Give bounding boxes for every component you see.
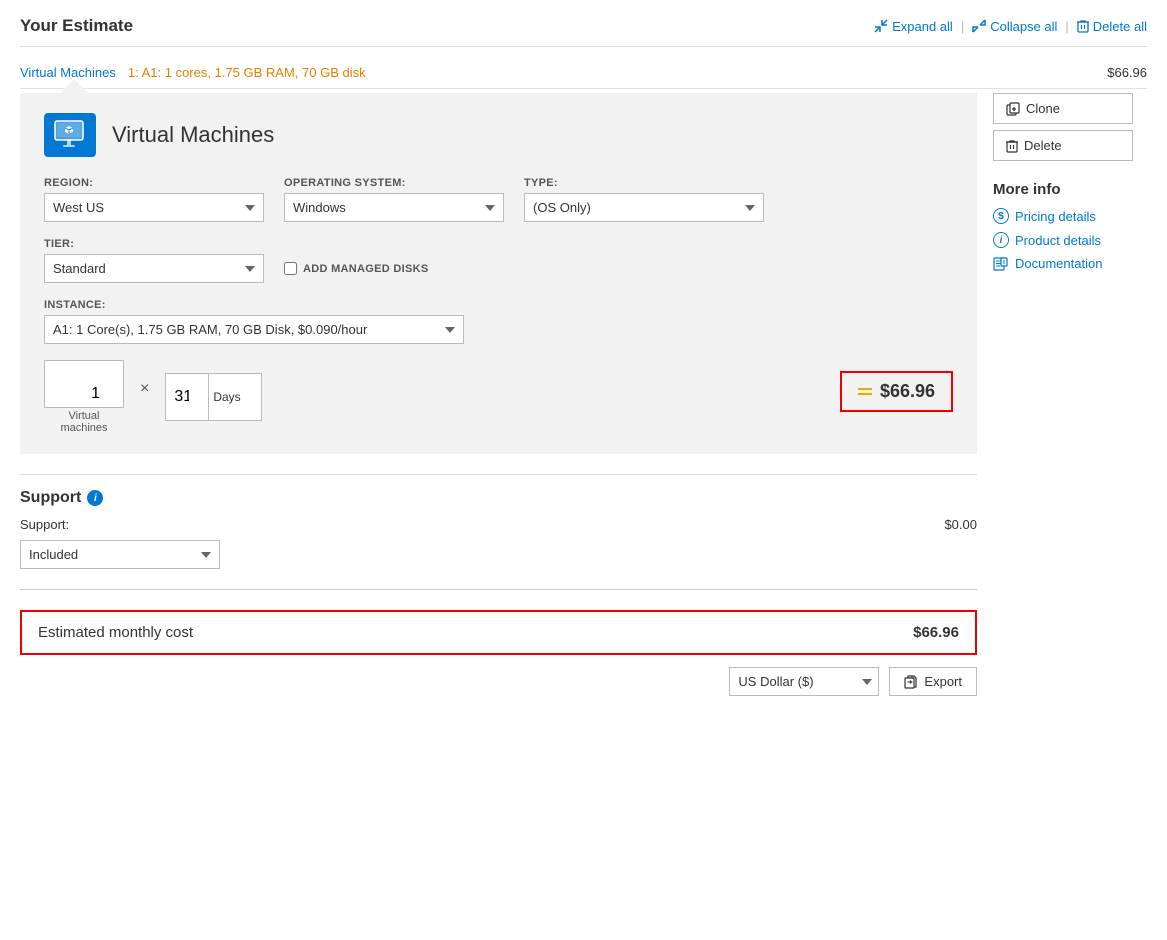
form-row-1: REGION: West US East US North Europe OPE…	[44, 177, 953, 222]
vm-icon	[44, 113, 96, 157]
pricing-details-link[interactable]: $ Pricing details	[993, 208, 1147, 224]
managed-disks-checkbox[interactable]	[284, 262, 297, 275]
divider: |	[959, 19, 966, 34]
clone-button[interactable]: Clone	[993, 93, 1133, 124]
collapse-all-button[interactable]: Collapse all	[972, 19, 1057, 34]
product-details-label: Product details	[1015, 233, 1101, 248]
vm-title-link[interactable]: Virtual Machines	[20, 65, 116, 80]
quantity-box[interactable]	[44, 360, 124, 408]
days-box[interactable]: Days Hours Months	[165, 373, 262, 421]
document-icon	[993, 257, 1009, 271]
region-label: REGION:	[44, 177, 264, 189]
multiply-sign: ×	[140, 380, 149, 398]
type-select[interactable]: (OS Only) SQL Server Standard SQL Server…	[524, 193, 764, 222]
vm-card-header: Virtual Machines	[44, 113, 953, 157]
calc-row: Virtualmachines × Days Hours Months	[44, 360, 953, 434]
more-info-title: More info	[993, 181, 1147, 198]
expand-icon	[874, 19, 888, 33]
price-highlight: $66.96	[840, 371, 953, 412]
pricing-details-label: Pricing details	[1015, 209, 1096, 224]
days-input[interactable]	[174, 388, 204, 406]
monitor-svg	[53, 120, 87, 150]
content-area: Virtual Machines REGION: West US East US…	[20, 93, 1147, 696]
delete-all-button[interactable]: Delete all	[1077, 19, 1147, 34]
support-price: $0.00	[944, 517, 977, 532]
os-select[interactable]: Windows Linux	[284, 193, 504, 222]
vm-card: Virtual Machines REGION: West US East US…	[20, 93, 977, 454]
export-label: Export	[924, 674, 962, 689]
vm-total-price: $66.96	[880, 381, 935, 402]
instance-select[interactable]: A1: 1 Core(s), 1.75 GB RAM, 70 GB Disk, …	[44, 315, 464, 344]
vm-card-title: Virtual Machines	[112, 122, 274, 148]
collapse-icon	[972, 19, 986, 33]
instance-group: INSTANCE: A1: 1 Core(s), 1.75 GB RAM, 70…	[44, 299, 464, 344]
clone-icon	[1006, 102, 1020, 116]
equals-icon	[858, 388, 872, 395]
region-select[interactable]: West US East US North Europe	[44, 193, 264, 222]
header-actions: Expand all | Collapse all | Delete all	[874, 19, 1147, 34]
type-label: TYPE:	[524, 177, 764, 189]
product-details-link[interactable]: i Product details	[993, 232, 1147, 248]
support-title: Support	[20, 489, 81, 507]
currency-select[interactable]: US Dollar ($) Euro (€) British Pound (£)…	[729, 667, 879, 696]
estimated-cost-box: Estimated monthly cost $66.96	[20, 610, 977, 655]
support-section: Support i Support: $0.00 Included Develo…	[20, 474, 977, 569]
support-select[interactable]: Included Developer Standard Professional…	[20, 540, 220, 569]
clone-label: Clone	[1026, 101, 1060, 116]
info-circle-icon: i	[993, 232, 1009, 248]
region-group: REGION: West US East US North Europe	[44, 177, 264, 222]
card-arrow	[60, 79, 88, 93]
form-row-2: TIER: Standard Basic ADD MANAGED DISKS	[44, 238, 953, 283]
estimated-cost-value: $66.96	[913, 624, 959, 641]
delete-button[interactable]: Delete	[993, 130, 1133, 161]
trash-icon	[1077, 19, 1089, 33]
estimated-cost-label: Estimated monthly cost	[38, 624, 193, 641]
delete-icon	[1006, 139, 1018, 153]
instance-label: INSTANCE:	[44, 299, 464, 311]
documentation-label: Documentation	[1015, 256, 1102, 271]
managed-disks-group: ADD MANAGED DISKS	[284, 262, 429, 275]
page-title: Your Estimate	[20, 16, 133, 36]
right-panel-buttons: Clone Delete	[993, 93, 1147, 161]
quantity-input[interactable]	[53, 385, 115, 403]
managed-disks-label: ADD MANAGED DISKS	[303, 263, 429, 275]
documentation-link[interactable]: Documentation	[993, 256, 1147, 271]
support-row: Support: $0.00	[20, 517, 977, 532]
divider-2: |	[1063, 19, 1070, 34]
tier-group: TIER: Standard Basic	[44, 238, 264, 283]
delete-label: Delete	[1024, 138, 1062, 153]
support-label: Support:	[20, 517, 69, 532]
support-header: Support i	[20, 489, 977, 507]
more-info-links: $ Pricing details i Product details Docu…	[993, 208, 1147, 271]
tier-select[interactable]: Standard Basic	[44, 254, 264, 283]
expand-all-button[interactable]: Expand all	[874, 19, 953, 34]
export-button[interactable]: Export	[889, 667, 977, 696]
dollar-circle-icon: $	[993, 208, 1009, 224]
right-panel: Clone Delete More info $ Pricing details	[977, 93, 1147, 696]
section-divider	[20, 589, 977, 590]
os-label: OPERATING SYSTEM:	[284, 177, 504, 189]
support-select-wrapper: Included Developer Standard Professional…	[20, 540, 220, 569]
type-group: TYPE: (OS Only) SQL Server Standard SQL …	[524, 177, 764, 222]
vm-config-summary: 1: A1: 1 cores, 1.75 GB RAM, 70 GB disk	[128, 65, 366, 80]
vm-row-left: Virtual Machines 1: A1: 1 cores, 1.75 GB…	[20, 65, 366, 80]
days-group: Days Hours Months	[165, 373, 262, 421]
footer-row: US Dollar ($) Euro (€) British Pound (£)…	[20, 667, 977, 696]
days-unit-select[interactable]: Days Hours Months	[208, 374, 257, 420]
main-panel: Virtual Machines REGION: West US East US…	[20, 93, 977, 696]
vm-row-price: $66.96	[1107, 65, 1147, 80]
quantity-label: Virtualmachines	[60, 410, 107, 434]
page-header: Your Estimate Expand all | Collapse all …	[20, 16, 1147, 47]
os-group: OPERATING SYSTEM: Windows Linux	[284, 177, 504, 222]
support-info-badge[interactable]: i	[87, 490, 103, 506]
form-row-3: INSTANCE: A1: 1 Core(s), 1.75 GB RAM, 70…	[44, 299, 953, 344]
quantity-group: Virtualmachines	[44, 360, 124, 434]
export-icon	[904, 675, 918, 689]
vm-summary-row: Virtual Machines 1: A1: 1 cores, 1.75 GB…	[20, 59, 1147, 89]
tier-label: TIER:	[44, 238, 264, 250]
